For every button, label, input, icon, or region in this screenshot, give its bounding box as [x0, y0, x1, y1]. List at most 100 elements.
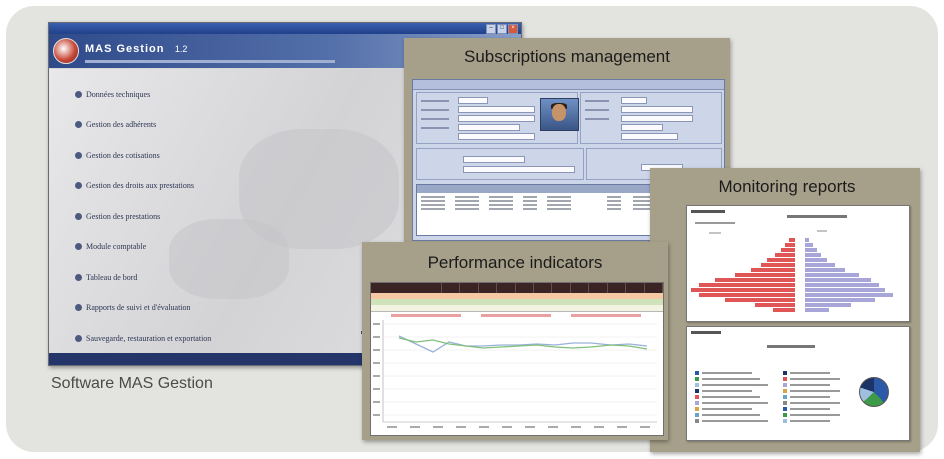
x-tick-label: [479, 426, 489, 428]
menu-item-gestion-cotisations[interactable]: Gestion des cotisations: [75, 140, 211, 171]
table-column: [547, 196, 571, 212]
subscriptions-card-title: Subscriptions management: [463, 47, 670, 66]
field-label: [585, 100, 609, 102]
pyramid-bar-right: [805, 263, 835, 267]
legend-swatch: [783, 419, 787, 423]
menu-item-donnees-techniques[interactable]: Données techniques: [75, 79, 211, 110]
legend-text: [702, 396, 760, 398]
menu-item-gestion-prestations[interactable]: Gestion des prestations: [75, 201, 211, 232]
pyramid-bar-left: [773, 308, 795, 312]
performance-window: [370, 282, 664, 436]
form-field[interactable]: [458, 97, 488, 104]
form-field[interactable]: [463, 156, 525, 163]
photo-face: [552, 104, 566, 121]
menu-item-label: Gestion des adhérents: [86, 120, 157, 130]
pyramid-bar-left: [699, 283, 795, 287]
bullet-icon: [75, 90, 82, 98]
table-column: [421, 196, 445, 212]
monitoring-card: Monitoring reports: [650, 168, 920, 452]
menu-item-gestion-adherents[interactable]: Gestion des adhérents: [75, 110, 211, 141]
legend-swatch: [783, 371, 787, 375]
pyramid-bar-right: [805, 293, 893, 297]
legend-swatch: [695, 383, 699, 387]
right-bars: [805, 238, 893, 312]
form-field[interactable]: [621, 115, 693, 122]
chart-subtitle: [695, 222, 735, 224]
form-field[interactable]: [458, 106, 535, 113]
distribution-report: [686, 326, 910, 441]
legend-text: [702, 420, 768, 422]
x-tick-label: [525, 426, 535, 428]
y-tick-label: [373, 362, 380, 364]
table-column: [455, 196, 479, 212]
chart-title: [787, 215, 847, 218]
form-field[interactable]: [621, 133, 678, 140]
legend-text: [702, 390, 752, 392]
form-field[interactable]: [458, 115, 535, 122]
pyramid-bar-left: [751, 268, 795, 272]
pyramid-bar-left: [775, 253, 795, 257]
menu-item-module-comptable[interactable]: Module comptable: [75, 232, 211, 263]
close-icon[interactable]: ×: [508, 23, 518, 34]
legend-swatch: [695, 413, 699, 417]
legend-entry: [571, 314, 641, 317]
minimize-icon[interactable]: –: [486, 23, 496, 34]
form-field[interactable]: [458, 133, 535, 140]
legend-text: [790, 420, 830, 422]
field-label: [421, 109, 449, 111]
menu-item-label: Gestion des droits aux prestations: [86, 181, 194, 191]
legend-text: [702, 372, 752, 374]
pyramid-bar-left: [781, 248, 795, 252]
legend-left: [695, 371, 768, 423]
app-title: MAS Gestion: [85, 43, 165, 55]
menu-item-label: Gestion des cotisations: [86, 150, 160, 160]
y-tick-label: [373, 375, 380, 377]
pyramid-bar-right: [805, 273, 859, 277]
form-titlebar: [413, 80, 724, 90]
pyramid-bar-right: [805, 298, 875, 302]
subscription-group: [416, 148, 584, 180]
bullet-icon: [75, 334, 82, 342]
pyramid-bar-left: [725, 298, 795, 302]
y-tick-label: [373, 336, 380, 338]
legend-text: [790, 402, 840, 404]
legend-text: [702, 378, 760, 380]
field-label: [421, 118, 449, 120]
pyramid-bar-right: [805, 243, 813, 247]
legend-swatch: [783, 389, 787, 393]
form-field[interactable]: [458, 124, 520, 131]
legend-text: [790, 384, 830, 386]
main-menu: Données techniques Gestion des adhérents…: [75, 79, 211, 354]
form-field[interactable]: [621, 124, 663, 131]
maximize-icon[interactable]: □: [497, 23, 507, 34]
legend-right: [783, 371, 840, 423]
bullet-icon: [75, 212, 82, 220]
menu-item-label: Sauvegarde, restauration et exportation: [86, 333, 212, 343]
form-field[interactable]: [621, 97, 647, 104]
y-tick-label: [373, 388, 380, 390]
pyramid-bar-right: [805, 283, 879, 287]
bullet-icon: [75, 151, 82, 159]
menu-item-tableau-de-bord[interactable]: Tableau de bord: [75, 262, 211, 293]
pyramid-bar-left: [755, 303, 795, 307]
chart-title: [767, 345, 815, 348]
menu-item-sauvegarde[interactable]: Sauvegarde, restauration et exportation: [75, 323, 211, 354]
menu-item-gestion-droits[interactable]: Gestion des droits aux prestations: [75, 171, 211, 202]
window-controls: – □ ×: [486, 23, 518, 34]
form-field[interactable]: [621, 106, 693, 113]
table-column: [523, 196, 537, 212]
field-label: [585, 118, 609, 120]
pyramid-bar-left: [785, 243, 795, 247]
bullet-icon: [75, 304, 82, 312]
bullet-icon: [75, 121, 82, 129]
y-tick-label: [373, 401, 380, 403]
x-tick-label: [640, 426, 650, 428]
legend-swatch: [783, 377, 787, 381]
member-photo: [540, 98, 579, 131]
menu-item-rapports[interactable]: Rapports de suivi et d'évaluation: [75, 293, 211, 324]
legend-swatch: [783, 383, 787, 387]
form-field[interactable]: [463, 166, 575, 173]
x-tick-label: [617, 426, 627, 428]
bullet-icon: [75, 273, 82, 281]
window-titlebar: – □ ×: [49, 23, 521, 34]
